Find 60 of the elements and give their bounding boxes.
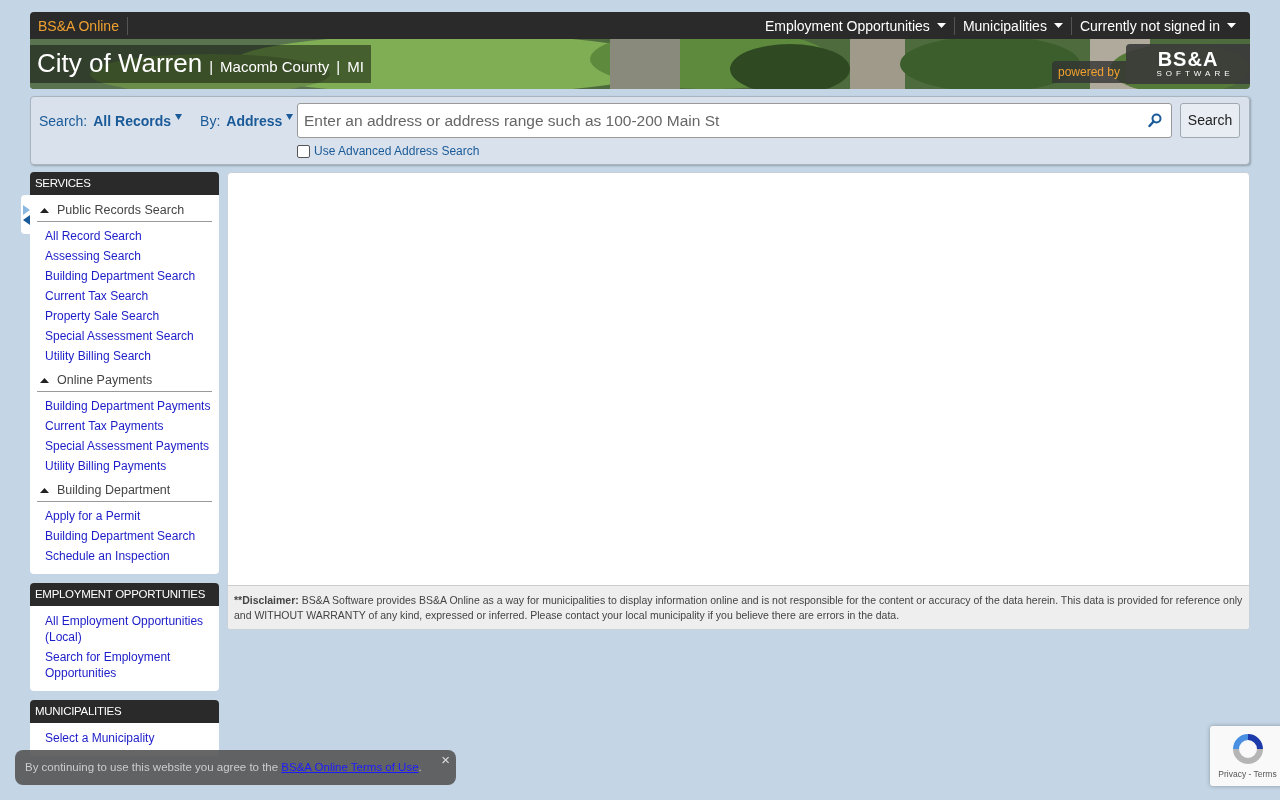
search-label: Search: bbox=[39, 112, 88, 131]
privacy-link[interactable]: Privacy bbox=[1218, 769, 1247, 779]
sidebar-link[interactable]: Special Assessment Search bbox=[45, 326, 212, 346]
separator: | bbox=[336, 57, 341, 77]
disclaimer-text: **Disclaimer: BS&A Software provides BS&A Online as a way for municipalities to display information online and is not responsible for the content or accuracy of the data herein. This data is provided for reference only and WITHOUT WARRANTY of any kind, expressed or inferred. Please contact your local municipality if you believe there are errors in the data. bbox=[228, 585, 1249, 629]
nav-menu-button[interactable]: Municipalities bbox=[954, 16, 1072, 35]
sidebar-link[interactable]: Utility Billing Payments bbox=[45, 456, 212, 476]
caret-icon bbox=[286, 114, 294, 120]
search-by-dropdown[interactable]: Address bbox=[226, 111, 294, 132]
sidebar-link[interactable]: Property Sale Search bbox=[45, 306, 212, 326]
advanced-search-checkbox[interactable] bbox=[297, 144, 310, 158]
sidebar-link[interactable]: All Record Search bbox=[45, 226, 212, 246]
terms-link[interactable]: Terms bbox=[1253, 769, 1277, 779]
sidebar-link[interactable]: Utility Billing Search bbox=[45, 346, 212, 366]
collapse-tab[interactable] bbox=[21, 195, 31, 234]
group-toggle[interactable]: Public Records Search bbox=[37, 200, 212, 222]
by-label: By: bbox=[200, 112, 221, 131]
group-toggle[interactable]: Online Payments bbox=[37, 370, 212, 392]
state-name: MI bbox=[347, 57, 364, 77]
cookie-notice-text: By continuing to use this website you agree to the BS&A Online Terms of Use. bbox=[25, 759, 422, 775]
collapse-caret-icon bbox=[40, 488, 49, 493]
collapse-caret-icon bbox=[40, 208, 49, 213]
sidebar-link[interactable]: Search for Employment Opportunities bbox=[45, 647, 212, 683]
sidebar-link[interactable]: Building Department Search bbox=[45, 266, 212, 286]
caret-icon bbox=[936, 22, 946, 29]
record-type-dropdown[interactable]: All Records bbox=[93, 111, 183, 132]
link-separator: - bbox=[1247, 769, 1253, 779]
collapse-arrows-icon[interactable] bbox=[22, 204, 30, 225]
nav-menu-button[interactable]: Currently not signed in bbox=[1071, 16, 1244, 35]
search-icon[interactable] bbox=[1148, 113, 1162, 128]
sidebar-link[interactable]: Schedule an Inspection bbox=[45, 546, 212, 566]
search-button[interactable]: Search bbox=[1180, 103, 1240, 138]
address-search-field[interactable]: Enter an address or address range such as 100-200 Main St bbox=[297, 103, 1172, 138]
sidebar-link[interactable]: Select a Municipality bbox=[45, 728, 212, 748]
sidebar-link[interactable]: Building Department Search bbox=[45, 526, 212, 546]
panel-heading: MUNICIPALITIES bbox=[30, 700, 219, 723]
brand-link[interactable]: BS&A Online bbox=[30, 16, 128, 35]
sidebar-link[interactable]: Current Tax Payments bbox=[45, 416, 212, 436]
panel-heading: EMPLOYMENT OPPORTUNITIES bbox=[30, 583, 219, 606]
close-button[interactable]: × bbox=[441, 752, 450, 767]
caret-icon bbox=[1053, 22, 1063, 29]
caret-icon bbox=[175, 114, 183, 120]
panel-heading: SERVICES bbox=[30, 172, 219, 195]
recaptcha-icon bbox=[1230, 732, 1265, 766]
caret-icon bbox=[1227, 22, 1236, 29]
sidebar-link[interactable]: Assessing Search bbox=[45, 246, 212, 266]
group-toggle[interactable]: Building Department bbox=[37, 480, 212, 502]
sidebar-link[interactable]: Building Department Payments bbox=[45, 396, 212, 416]
sidebar-link[interactable]: Current Tax Search bbox=[45, 286, 212, 306]
county-name: Macomb County bbox=[220, 57, 330, 77]
city-title: City of Warren bbox=[37, 48, 203, 78]
sidebar-link[interactable]: All Employment Opportunities (Local) bbox=[45, 611, 212, 647]
separator: | bbox=[209, 57, 214, 77]
nav-menu-button[interactable]: Employment Opportunities bbox=[756, 16, 955, 35]
vendor-logo: BS&A SOFTWARE bbox=[1126, 44, 1250, 84]
advanced-search-label[interactable]: Use Advanced Address Search bbox=[314, 142, 480, 160]
powered-by-text: powered by bbox=[1051, 61, 1126, 83]
collapse-caret-icon bbox=[40, 378, 49, 383]
sidebar-link[interactable]: Apply for a Permit bbox=[45, 506, 212, 526]
sidebar-link[interactable]: Special Assessment Payments bbox=[45, 436, 212, 456]
